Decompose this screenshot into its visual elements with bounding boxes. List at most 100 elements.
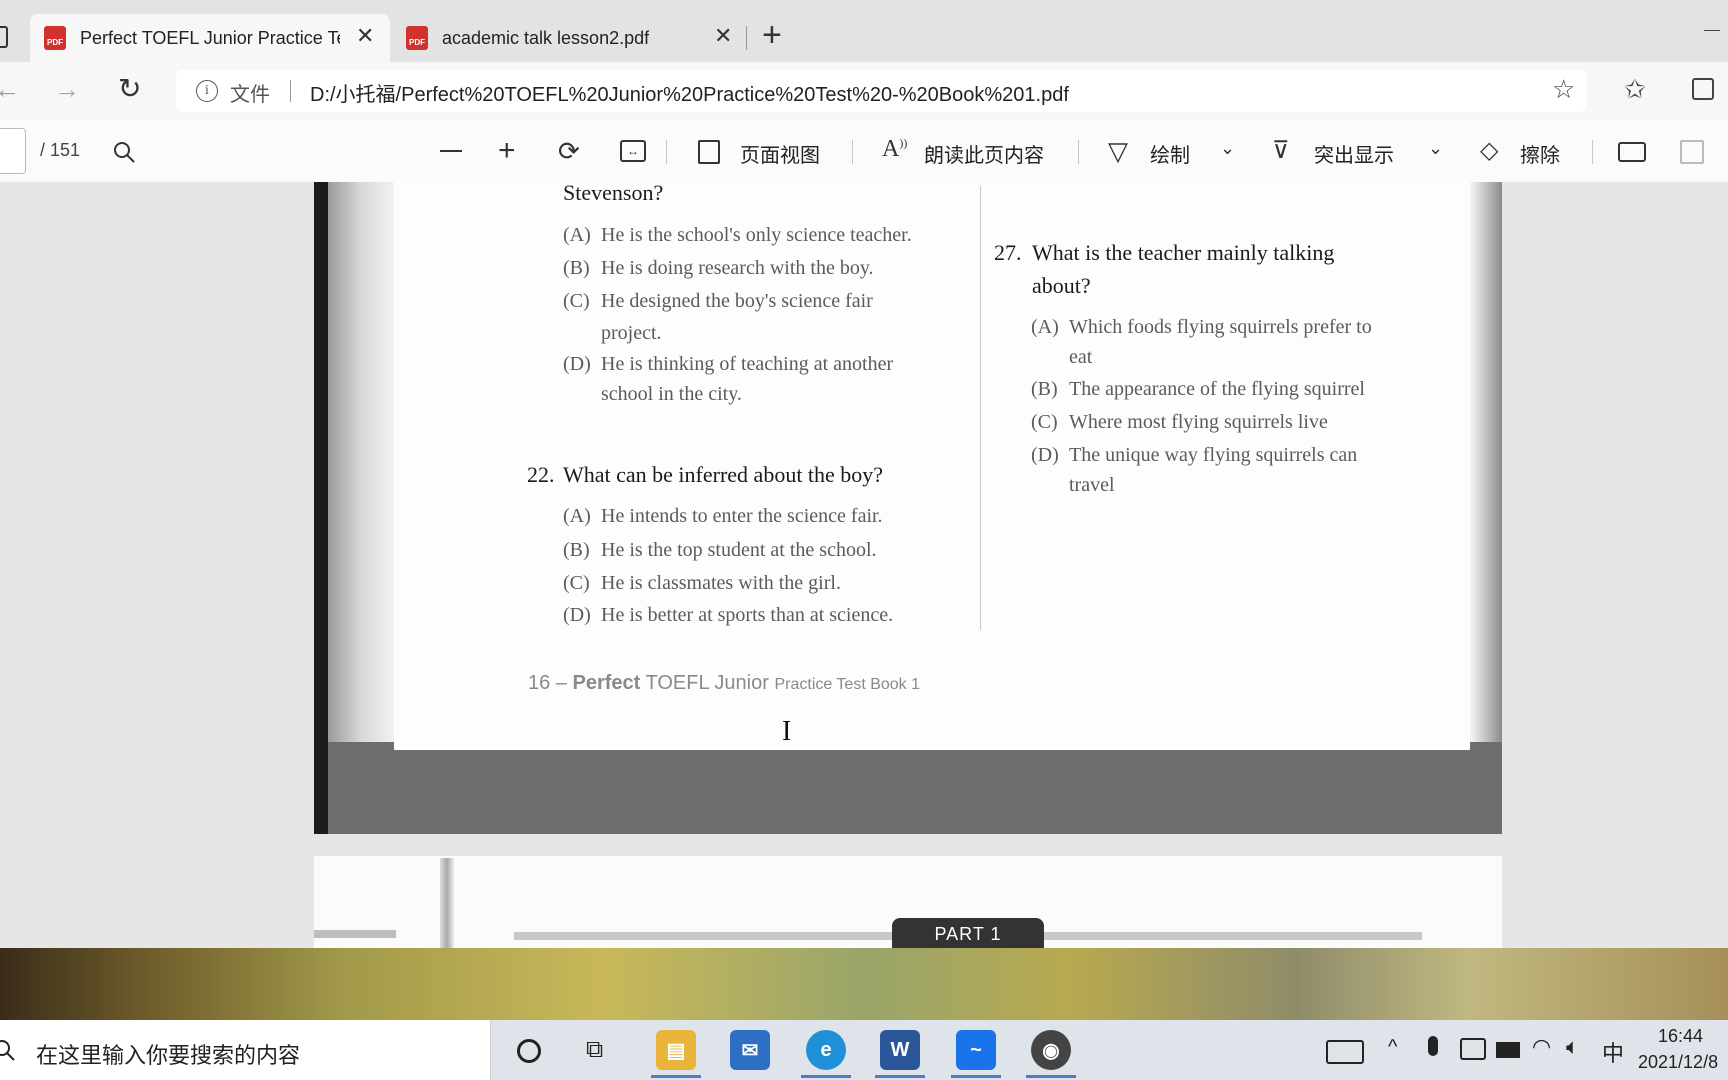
active-indicator — [801, 1075, 851, 1078]
clock-date[interactable]: 2021/12/8 — [1638, 1052, 1718, 1073]
chevron-down-icon[interactable]: ⌄ — [1428, 138, 1443, 159]
page-shadow — [314, 182, 328, 834]
chevron-down-icon[interactable]: ⌄ — [1220, 138, 1235, 159]
active-indicator — [951, 1075, 1001, 1078]
close-tab-icon[interactable]: ✕ — [714, 23, 732, 49]
mail-icon[interactable]: ✉ — [730, 1030, 770, 1070]
collections-icon[interactable] — [1692, 78, 1714, 100]
app-icon[interactable]: ~ — [956, 1030, 996, 1070]
minimize-icon[interactable] — [1704, 30, 1720, 31]
toolbar-separator — [1078, 140, 1079, 164]
question-22-option: (C) He is classmates with the girl. — [563, 572, 841, 594]
read-aloud-icon[interactable]: A)) — [882, 136, 907, 163]
erase-button[interactable]: 擦除 — [1520, 139, 1560, 168]
taskbar-search-placeholder[interactable]: 在这里输入你要搜索的内容 — [36, 1038, 300, 1070]
edge-icon[interactable]: e — [806, 1030, 846, 1070]
part-label: PART 1 — [892, 918, 1044, 948]
file-explorer-icon[interactable]: ▤ — [656, 1030, 696, 1070]
question-27-option: travel — [1069, 474, 1115, 496]
print-icon[interactable] — [1618, 142, 1646, 162]
question-27-option: (C) Where most flying squirrels live — [1031, 411, 1328, 433]
back-icon[interactable]: ← — [0, 74, 20, 105]
volume-icon[interactable]: 🔈︎ — [1566, 1034, 1579, 1060]
question-27-option: (B) The appearance of the flying squirrel — [1031, 378, 1365, 400]
battery-icon[interactable] — [1496, 1042, 1520, 1058]
read-aloud-button[interactable]: 朗读此页内容 — [924, 139, 1044, 168]
question-27: 27. What is the teacher mainly talking — [994, 240, 1335, 265]
active-indicator — [1026, 1075, 1076, 1078]
news-icon[interactable] — [1326, 1040, 1364, 1064]
tab-academic-talk[interactable]: PDF academic talk lesson2.pdf ✕ — [392, 14, 742, 62]
draw-button[interactable]: 绘制 — [1150, 139, 1190, 168]
paper-right-edge — [1470, 182, 1502, 742]
refresh-icon[interactable]: ↻ — [118, 72, 141, 105]
window-edge-icon — [0, 26, 8, 48]
zoom-out-icon[interactable] — [440, 150, 462, 152]
cortana-icon[interactable] — [517, 1039, 541, 1063]
zoom-in-icon[interactable]: + — [498, 136, 516, 166]
highlighter-icon[interactable]: ⊽ — [1272, 136, 1290, 165]
search-icon — [0, 1038, 16, 1067]
media-player-icon[interactable]: ◉ — [1031, 1030, 1071, 1070]
active-indicator — [651, 1075, 701, 1078]
clock-time[interactable]: 16:44 — [1658, 1026, 1703, 1047]
page-view-button[interactable]: 页面视图 — [740, 139, 820, 168]
question-22: 22. What can be inferred about the boy? — [527, 462, 884, 487]
toolbar-separator — [1592, 140, 1593, 164]
pdf-icon: PDF — [44, 26, 66, 50]
tab-divider — [746, 26, 747, 50]
info-icon[interactable]: i — [196, 80, 218, 102]
question-27-option: (D) The unique way flying squirrels can — [1031, 444, 1358, 466]
new-tab-icon[interactable]: + — [762, 18, 782, 52]
question-21-option: (B) He is doing research with the boy. — [563, 257, 874, 279]
question-22-option: (A) He intends to enter the science fair. — [563, 505, 883, 527]
text-cursor-icon: I — [782, 716, 792, 747]
question-22-option: (B) He is the top student at the school. — [563, 539, 877, 561]
page-number-input[interactable] — [0, 128, 26, 174]
pdf-toolbar — [0, 120, 1728, 183]
favorites-icon[interactable]: ✩ — [1624, 74, 1646, 105]
active-indicator — [875, 1075, 925, 1078]
question-27-option: (A) Which foods flying squirrels prefer t… — [1031, 316, 1372, 338]
search-icon[interactable] — [112, 140, 136, 169]
eraser-icon[interactable]: ◇ — [1480, 136, 1498, 165]
question-21-tail: Stevenson? — [563, 180, 664, 205]
word-icon[interactable]: W — [880, 1030, 920, 1070]
highlight-button[interactable]: 突出显示 — [1314, 139, 1394, 168]
question-21-option: project. — [601, 322, 662, 344]
tab-perfect-toefl[interactable]: PDF Perfect TOEFL Junior Practice Tes ✕ — [30, 14, 390, 62]
wifi-icon[interactable]: ◠ — [1532, 1034, 1551, 1060]
next-page-rule — [314, 930, 396, 938]
draw-icon[interactable]: ▽ — [1108, 136, 1128, 167]
page-footer: 16 – Perfect TOEFL Junior Practice Test … — [528, 672, 921, 694]
question-21-option: school in the city. — [601, 383, 742, 405]
page-left-strip — [328, 182, 394, 742]
toolbar-separator — [666, 140, 667, 164]
desktop-wallpaper — [0, 948, 1728, 1020]
question-21-option: (C) He designed the boy's science fair — [563, 290, 873, 312]
toolbar-separator — [852, 140, 853, 164]
file-label: 文件 — [230, 84, 270, 106]
task-view-icon[interactable]: ⧉ — [586, 1036, 603, 1064]
question-27-line2: about? — [1032, 273, 1091, 298]
tab-title: Perfect TOEFL Junior Practice Tes — [80, 27, 340, 48]
close-tab-icon[interactable]: ✕ — [356, 23, 374, 49]
page-total: / 151 — [40, 140, 81, 160]
next-page-gutter — [440, 858, 454, 948]
microphone-icon[interactable] — [1428, 1036, 1438, 1056]
fit-width-icon[interactable]: ↔ — [620, 140, 646, 162]
chevron-up-icon[interactable]: ^ — [1388, 1036, 1397, 1059]
ime-indicator[interactable]: 中 — [1602, 1036, 1624, 1068]
question-27-option: eat — [1069, 346, 1093, 368]
question-22-option: (D) He is better at sports than at scienc… — [563, 604, 894, 626]
question-21-option: (A) He is the school's only science teach… — [563, 224, 912, 246]
forward-icon[interactable]: → — [54, 74, 80, 105]
sync-icon[interactable] — [1460, 1038, 1486, 1060]
page-view-icon[interactable] — [698, 140, 720, 164]
save-icon[interactable] — [1680, 140, 1704, 164]
add-favorite-icon[interactable]: ☆ — [1552, 74, 1575, 105]
rotate-icon[interactable]: ⟳ — [558, 136, 580, 167]
question-21-option: (D) He is thinking of teaching at another — [563, 353, 894, 375]
url-divider — [290, 80, 291, 102]
url-text[interactable]: D:/小托福/Perfect%20TOEFL%20Junior%20Practi… — [310, 78, 1069, 107]
